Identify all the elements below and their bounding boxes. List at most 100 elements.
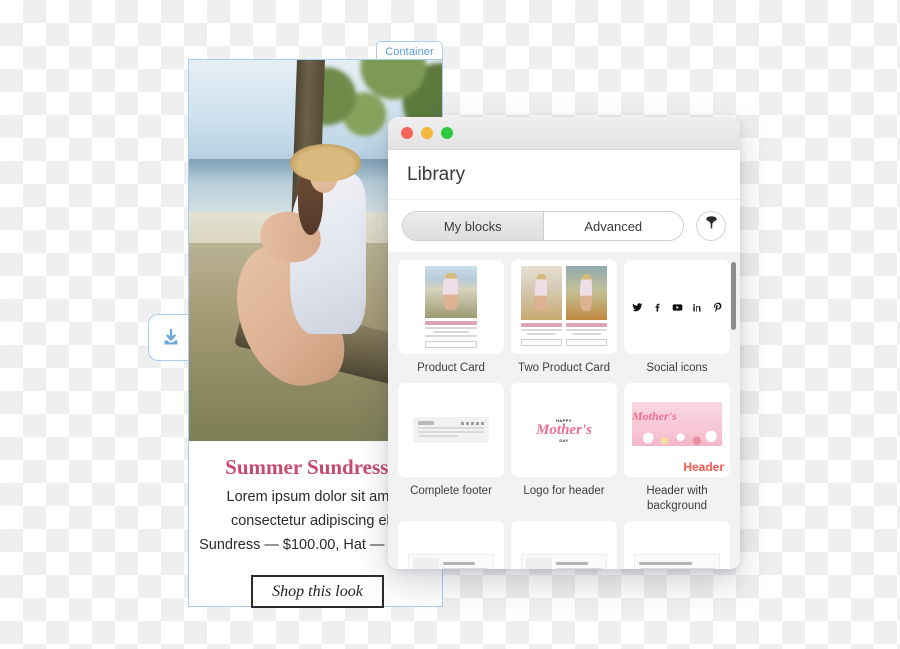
two-product-card-thumbnail[interactable]	[511, 260, 617, 354]
mini-text-group	[639, 561, 715, 569]
mini-photo	[566, 266, 607, 320]
download-icon	[160, 327, 182, 349]
mini-title-bar	[639, 561, 693, 565]
youtube-icon	[672, 302, 683, 313]
mini-image-placeholder	[526, 558, 552, 569]
mini-footer-top	[418, 421, 484, 425]
pinterest-icon	[712, 301, 723, 313]
mini-social-icon	[481, 421, 484, 425]
block-item-text-block-2[interactable]	[511, 521, 617, 569]
twitter-icon	[631, 302, 643, 313]
funnel-icon	[704, 216, 719, 236]
block-caption: Two Product Card	[517, 362, 611, 374]
minimize-button[interactable]	[421, 127, 433, 139]
mini-header-banner: Mother's	[632, 402, 722, 446]
logo-day-text: DAY	[559, 437, 569, 443]
social-icon-row	[631, 301, 723, 313]
mini-button	[521, 339, 562, 346]
social-icons-thumbnail[interactable]	[624, 260, 730, 354]
product-card-thumbnail[interactable]	[398, 260, 504, 354]
close-button[interactable]	[401, 127, 413, 139]
mini-product-card	[425, 266, 477, 348]
mini-title-bar	[521, 323, 562, 327]
mini-text-line	[527, 333, 556, 335]
mini-text-line	[432, 331, 470, 334]
mini-text-line	[639, 567, 715, 569]
mini-button	[425, 341, 477, 348]
library-window[interactable]: Library My blocks Advanced Product Card …	[388, 117, 740, 569]
mini-social-icon	[461, 421, 464, 425]
mini-text-group	[443, 561, 489, 569]
maximize-button[interactable]	[441, 127, 453, 139]
mini-text-block	[521, 554, 607, 569]
mini-text-line	[425, 327, 477, 330]
mini-text-line	[418, 431, 484, 433]
mini-title-bar	[556, 561, 589, 565]
mini-social-icon	[471, 421, 474, 425]
text-block-thumbnail[interactable]	[511, 521, 617, 569]
mini-title-bar	[425, 321, 477, 326]
block-library-grid-area[interactable]: Product Card Two Product Card Social ico…	[388, 252, 740, 569]
block-item-two-product-card[interactable]: Two Product Card	[511, 260, 617, 376]
mini-text-line	[425, 335, 477, 338]
text-block-thumbnail[interactable]	[398, 521, 504, 569]
mini-photo	[425, 266, 477, 319]
mini-text-line	[572, 333, 601, 335]
facebook-icon	[652, 302, 663, 313]
block-item-product-card[interactable]: Product Card	[398, 260, 504, 376]
mini-title-bar	[443, 561, 476, 565]
scrollbar-thumb[interactable]	[731, 262, 736, 330]
mini-text-line	[521, 329, 562, 331]
logo-mothers-text: Mother's	[536, 421, 592, 438]
mini-photo	[521, 266, 562, 320]
mini-text-line	[418, 427, 484, 429]
library-toolbar: My blocks Advanced	[388, 200, 740, 252]
mini-text-block	[634, 554, 720, 569]
tab-my-blocks[interactable]: My blocks	[403, 212, 544, 240]
mini-image-placeholder	[413, 558, 439, 569]
header-with-background-thumbnail[interactable]: Mother's Header	[624, 383, 730, 477]
download-handle[interactable]	[148, 314, 192, 361]
block-item-complete-footer[interactable]: Complete footer	[398, 383, 504, 514]
mini-footer	[413, 417, 489, 443]
mini-product-left	[521, 266, 562, 348]
logo-for-header-thumbnail[interactable]: HAPPY Mother's DAY	[511, 383, 617, 477]
photo-model-hat	[290, 143, 362, 182]
mini-text-block	[408, 554, 494, 569]
text-block-thumbnail[interactable]	[624, 521, 730, 569]
block-caption: Product Card	[417, 362, 485, 374]
mini-logo	[418, 421, 434, 425]
mini-title-bar	[566, 323, 607, 327]
block-item-header-with-background[interactable]: Mother's Header Header with background	[624, 383, 730, 514]
block-caption: Complete footer	[410, 485, 492, 497]
vertical-scrollbar[interactable]	[731, 262, 736, 569]
mini-social-icon	[466, 421, 469, 425]
view-segmented-control[interactable]: My blocks Advanced	[402, 211, 684, 241]
mini-social-icons	[461, 421, 484, 425]
block-caption: Social icons	[646, 362, 708, 374]
tab-advanced[interactable]: Advanced	[544, 212, 684, 240]
block-item-social-icons[interactable]: Social icons	[624, 260, 730, 376]
block-caption: Header with background	[646, 485, 708, 512]
filter-button[interactable]	[696, 211, 726, 241]
block-caption: Logo for header	[523, 485, 605, 497]
mini-text-line	[418, 435, 458, 437]
mini-text-line	[556, 567, 602, 569]
block-item-text-block-3[interactable]	[624, 521, 730, 569]
complete-footer-thumbnail[interactable]	[398, 383, 504, 477]
block-item-logo-for-header[interactable]: HAPPY Mother's DAY Logo for header	[511, 383, 617, 514]
header-tag-label: Header	[683, 460, 724, 474]
logo-mothers-text: Mother's	[632, 409, 677, 423]
mini-button	[566, 339, 607, 346]
mini-text-line	[443, 567, 489, 569]
block-grid: Product Card Two Product Card Social ico…	[398, 260, 730, 569]
window-titlebar[interactable]	[388, 117, 740, 150]
shop-this-look-button[interactable]: Shop this look	[251, 575, 384, 608]
mini-text-group	[556, 561, 602, 569]
block-item-text-block-1[interactable]	[398, 521, 504, 569]
mini-mothers-day-logo: HAPPY Mother's DAY	[536, 418, 592, 443]
mini-product-right	[566, 266, 607, 348]
mini-text-line	[566, 329, 607, 331]
mini-social-icon	[476, 421, 479, 425]
linkedin-icon	[692, 302, 703, 313]
